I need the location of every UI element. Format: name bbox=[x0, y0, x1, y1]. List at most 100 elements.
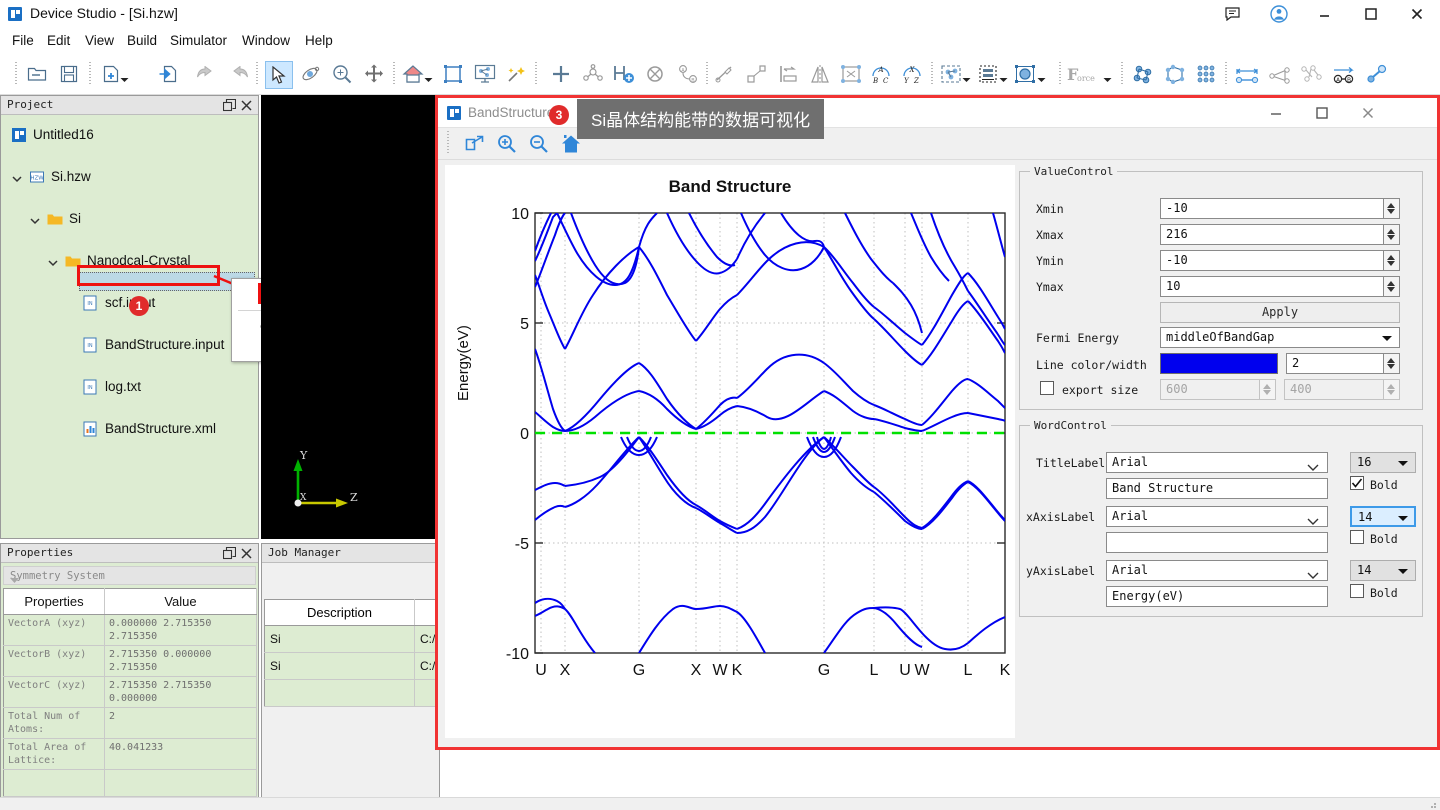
menu-view[interactable]: View bbox=[80, 32, 119, 49]
maximize-icon[interactable] bbox=[1348, 0, 1394, 28]
rotate-icon[interactable] bbox=[297, 61, 323, 87]
tree-item-nanodcal-crystal[interactable]: Nanodcal-Crystal bbox=[7, 250, 254, 271]
add-atom-icon[interactable] bbox=[548, 61, 574, 87]
cut-bond-icon[interactable] bbox=[712, 61, 738, 87]
x-axis-size-select[interactable]: 14 bbox=[1350, 506, 1416, 527]
xmax-stepper[interactable] bbox=[1384, 224, 1400, 245]
resize-grip-icon[interactable] bbox=[1427, 799, 1437, 809]
apply-button[interactable]: Apply bbox=[1160, 302, 1400, 323]
sphere-select-icon[interactable] bbox=[1012, 61, 1038, 87]
x-axis-bold-checkbox[interactable] bbox=[1350, 530, 1364, 544]
import-icon[interactable] bbox=[155, 61, 181, 87]
bond-length-icon[interactable] bbox=[1364, 61, 1390, 87]
ymax-input[interactable]: 10 bbox=[1160, 276, 1384, 297]
tree-item-si[interactable]: Si bbox=[7, 208, 254, 229]
export-icon[interactable] bbox=[462, 132, 488, 156]
close-icon[interactable] bbox=[1345, 98, 1391, 127]
lattice-grid-icon[interactable] bbox=[1194, 61, 1220, 87]
title-size-select[interactable]: 16 bbox=[1350, 452, 1416, 473]
sphere-dropdown-arrow[interactable] bbox=[1037, 72, 1046, 80]
export-width-input[interactable]: 600 bbox=[1160, 379, 1260, 400]
maximize-icon[interactable] bbox=[1299, 98, 1345, 127]
menu-window[interactable]: Window bbox=[237, 32, 295, 49]
title-text-input[interactable]: Band Structure bbox=[1106, 478, 1328, 499]
a-to-b-icon[interactable]: AB bbox=[1331, 61, 1357, 87]
export-height-input[interactable]: 400 bbox=[1284, 379, 1384, 400]
pan-icon[interactable] bbox=[361, 61, 387, 87]
menu-simulator[interactable]: Simulator bbox=[165, 32, 232, 49]
fit-view-icon[interactable] bbox=[440, 61, 466, 87]
open-folder-icon[interactable] bbox=[24, 61, 50, 87]
tree-item-bandstructure-input[interactable]: IN BandStructure.input bbox=[7, 334, 254, 355]
magic-build-icon[interactable] bbox=[503, 61, 529, 87]
export-height-stepper[interactable] bbox=[1384, 379, 1400, 400]
xmax-input[interactable]: 216 bbox=[1160, 224, 1384, 245]
export-size-checkbox[interactable] bbox=[1040, 381, 1054, 395]
minimize-icon[interactable] bbox=[1253, 98, 1299, 127]
chevron-down-icon[interactable] bbox=[47, 254, 60, 267]
minimize-icon[interactable] bbox=[1302, 0, 1348, 28]
zoom-in-icon[interactable] bbox=[494, 132, 520, 156]
force-dropdown-arrow[interactable] bbox=[1103, 72, 1112, 80]
layers-dropdown-arrow[interactable] bbox=[999, 72, 1008, 80]
table-row[interactable]: VectorA (xyz) 0.000000 2.715350 2.715350 bbox=[4, 615, 257, 646]
x-axis-text-input[interactable] bbox=[1106, 532, 1328, 553]
y-axis-bold-checkbox[interactable] bbox=[1350, 584, 1364, 598]
cluster-dropdown-arrow[interactable] bbox=[962, 72, 971, 80]
symmetry-system-select[interactable]: Symmetry System bbox=[3, 566, 256, 585]
mirror-icon[interactable] bbox=[807, 61, 833, 87]
tree-item-si-hzw[interactable]: HZW Si.hzw bbox=[7, 166, 254, 187]
y-axis-font-select[interactable]: Arial bbox=[1106, 560, 1328, 581]
table-row[interactable]: Si C:/U bbox=[265, 653, 441, 680]
menu-help[interactable]: Help bbox=[300, 32, 338, 49]
zoom-region-icon[interactable] bbox=[329, 61, 355, 87]
project-device-icon[interactable] bbox=[472, 61, 498, 87]
table-row[interactable]: VectorC (xyz) 2.715350 2.715350 0.000000 bbox=[4, 677, 257, 708]
undock-icon[interactable] bbox=[223, 547, 236, 560]
menu-file[interactable]: File bbox=[7, 32, 39, 49]
swap-atom-icon[interactable]: AB bbox=[675, 61, 701, 87]
abc-lattice-icon[interactable]: ABC bbox=[868, 61, 894, 87]
home-dropdown-arrow[interactable] bbox=[424, 72, 433, 80]
cluster-icon[interactable] bbox=[938, 61, 964, 87]
add-hydrogen-icon[interactable] bbox=[611, 61, 637, 87]
select-pointer-icon[interactable] bbox=[265, 61, 293, 89]
layers-icon[interactable] bbox=[975, 61, 1001, 87]
undock-icon[interactable] bbox=[223, 99, 236, 112]
close-icon[interactable] bbox=[240, 99, 253, 112]
bond-atom-icon[interactable] bbox=[580, 61, 606, 87]
tree-item-untitled16[interactable]: Untitled16 bbox=[7, 124, 254, 145]
redo-icon[interactable] bbox=[225, 61, 251, 87]
title-bold-checkbox[interactable] bbox=[1350, 476, 1364, 490]
force-icon[interactable]: Force bbox=[1068, 61, 1094, 87]
xmin-stepper[interactable] bbox=[1384, 198, 1400, 219]
feedback-icon[interactable] bbox=[1210, 0, 1256, 28]
delete-atom-icon[interactable] bbox=[643, 61, 669, 87]
align-icon[interactable] bbox=[776, 61, 802, 87]
table-row[interactable]: VectorB (xyz) 2.715350 0.000000 2.715350 bbox=[4, 646, 257, 677]
crystal-cell-icon[interactable] bbox=[1162, 61, 1188, 87]
undo-icon[interactable] bbox=[194, 61, 220, 87]
new-file-dropdown-arrow[interactable] bbox=[120, 72, 129, 80]
table-row[interactable]: Total Num of Atoms: 2 bbox=[4, 708, 257, 739]
measure-dihedral-icon[interactable] bbox=[1299, 61, 1325, 87]
molecule-icon[interactable] bbox=[1130, 61, 1156, 87]
menu-edit[interactable]: Edit bbox=[42, 32, 75, 49]
xyz-lattice-icon[interactable]: XYZ bbox=[899, 61, 925, 87]
fermi-energy-select[interactable]: middleOfBandGap bbox=[1160, 327, 1400, 348]
y-axis-size-select[interactable]: 14 bbox=[1350, 560, 1416, 581]
ymax-stepper[interactable] bbox=[1384, 276, 1400, 297]
measure-angle-icon[interactable] bbox=[1267, 61, 1293, 87]
export-width-stepper[interactable] bbox=[1260, 379, 1276, 400]
zoom-out-icon[interactable] bbox=[526, 132, 552, 156]
chevron-down-icon[interactable] bbox=[29, 212, 42, 225]
ymin-input[interactable]: -10 bbox=[1160, 250, 1384, 271]
line-width-input[interactable]: 2 bbox=[1286, 353, 1384, 374]
menu-build[interactable]: Build bbox=[122, 32, 162, 49]
line-width-stepper[interactable] bbox=[1384, 353, 1400, 374]
xmin-input[interactable]: -10 bbox=[1160, 198, 1384, 219]
plot-area[interactable]: Band Structure Energy(eV) bbox=[445, 165, 1015, 738]
title-font-select[interactable]: Arial bbox=[1106, 452, 1328, 473]
ymin-stepper[interactable] bbox=[1384, 250, 1400, 271]
molecule-viewport[interactable]: Y Z X bbox=[261, 95, 440, 539]
